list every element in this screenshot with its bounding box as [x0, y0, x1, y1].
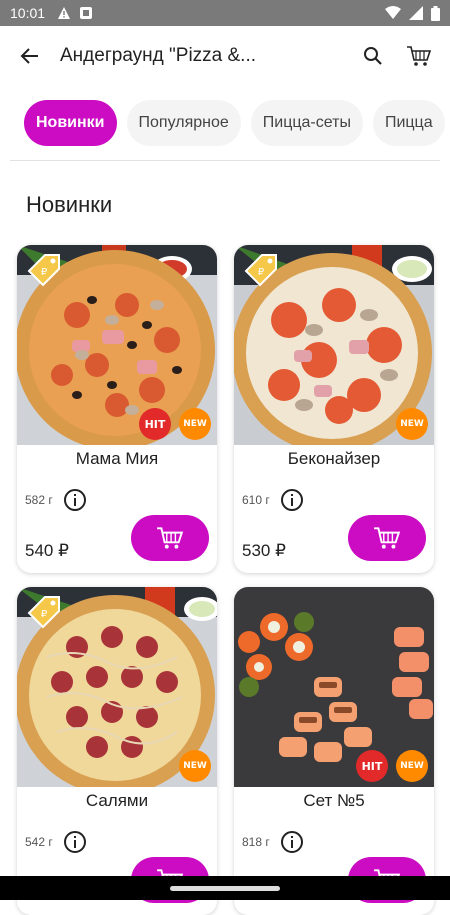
hit-badge: HIT	[139, 408, 171, 440]
tab-pizza[interactable]: Пицца	[373, 100, 445, 146]
arrow-back-icon	[20, 46, 40, 66]
cart-button[interactable]	[396, 33, 442, 79]
tab-pizza-sets[interactable]: Пицца-сеты	[251, 100, 363, 146]
info-icon[interactable]	[63, 830, 87, 854]
category-tabs: Новинки Популярное Пицца-сеты Пицца	[24, 100, 445, 146]
cart-icon	[156, 526, 184, 550]
cart-icon	[373, 526, 401, 550]
add-to-cart-button[interactable]	[131, 515, 209, 561]
add-to-cart-button[interactable]	[348, 515, 426, 561]
discount-tag-icon: ₽	[25, 593, 65, 633]
wifi-icon	[385, 6, 401, 20]
search-button[interactable]	[350, 33, 396, 79]
discount-tag-icon: ₽	[25, 251, 65, 291]
weight-row: 610 г	[242, 488, 304, 512]
product-card[interactable]: HIT NEW Сет №5 818 г	[234, 587, 434, 915]
product-weight: 818 г	[242, 835, 270, 849]
home-gesture-pill[interactable]	[170, 886, 280, 891]
svg-text:₽: ₽	[258, 267, 265, 278]
tab-popular[interactable]: Популярное	[127, 100, 241, 146]
status-bar: 10:01	[0, 0, 450, 26]
new-badge: NEW	[396, 750, 428, 782]
page-title: Андеграунд "Pizza &...	[60, 45, 300, 67]
cart-icon	[406, 45, 432, 67]
section-title: Новинки	[26, 192, 112, 218]
product-name: Беконайзер	[234, 449, 434, 469]
new-badge: NEW	[396, 408, 428, 440]
battery-icon	[431, 6, 440, 21]
svg-text:₽: ₽	[41, 609, 48, 620]
product-weight: 542 г	[25, 835, 53, 849]
weight-row: 582 г	[25, 488, 87, 512]
discount-tag-icon: ₽	[242, 251, 282, 291]
app-bar: Андеграунд "Pizza &...	[0, 26, 450, 86]
product-weight: 610 г	[242, 493, 270, 507]
hit-badge: HIT	[356, 750, 388, 782]
tab-novinki[interactable]: Новинки	[24, 100, 117, 146]
warning-icon	[57, 6, 71, 20]
search-icon	[363, 46, 383, 66]
product-name: Салями	[17, 791, 217, 811]
back-button[interactable]	[0, 26, 60, 86]
new-badge: NEW	[179, 408, 211, 440]
system-nav-bar	[0, 876, 450, 900]
info-icon[interactable]	[63, 488, 87, 512]
signal-icon	[409, 6, 423, 20]
product-card[interactable]: ₽ NEW Салями 542 г	[17, 587, 217, 915]
product-name: Мама Мия	[17, 449, 217, 469]
product-name: Сет №5	[234, 791, 434, 811]
product-price: 540 ₽	[25, 541, 69, 561]
info-icon[interactable]	[280, 488, 304, 512]
divider	[10, 160, 440, 161]
product-card[interactable]: ₽ NEW Беконайзер 610 г 530 ₽	[234, 245, 434, 573]
svg-text:₽: ₽	[41, 267, 48, 278]
info-icon[interactable]	[280, 830, 304, 854]
notification-icon	[79, 6, 93, 20]
weight-row: 818 г	[242, 830, 304, 854]
weight-row: 542 г	[25, 830, 87, 854]
product-price: 530 ₽	[242, 541, 286, 561]
status-time: 10:01	[10, 5, 45, 21]
new-badge: NEW	[179, 750, 211, 782]
product-card[interactable]: ₽ HIT NEW Мама Мия 582 г 540 ₽	[17, 245, 217, 573]
product-weight: 582 г	[25, 493, 53, 507]
